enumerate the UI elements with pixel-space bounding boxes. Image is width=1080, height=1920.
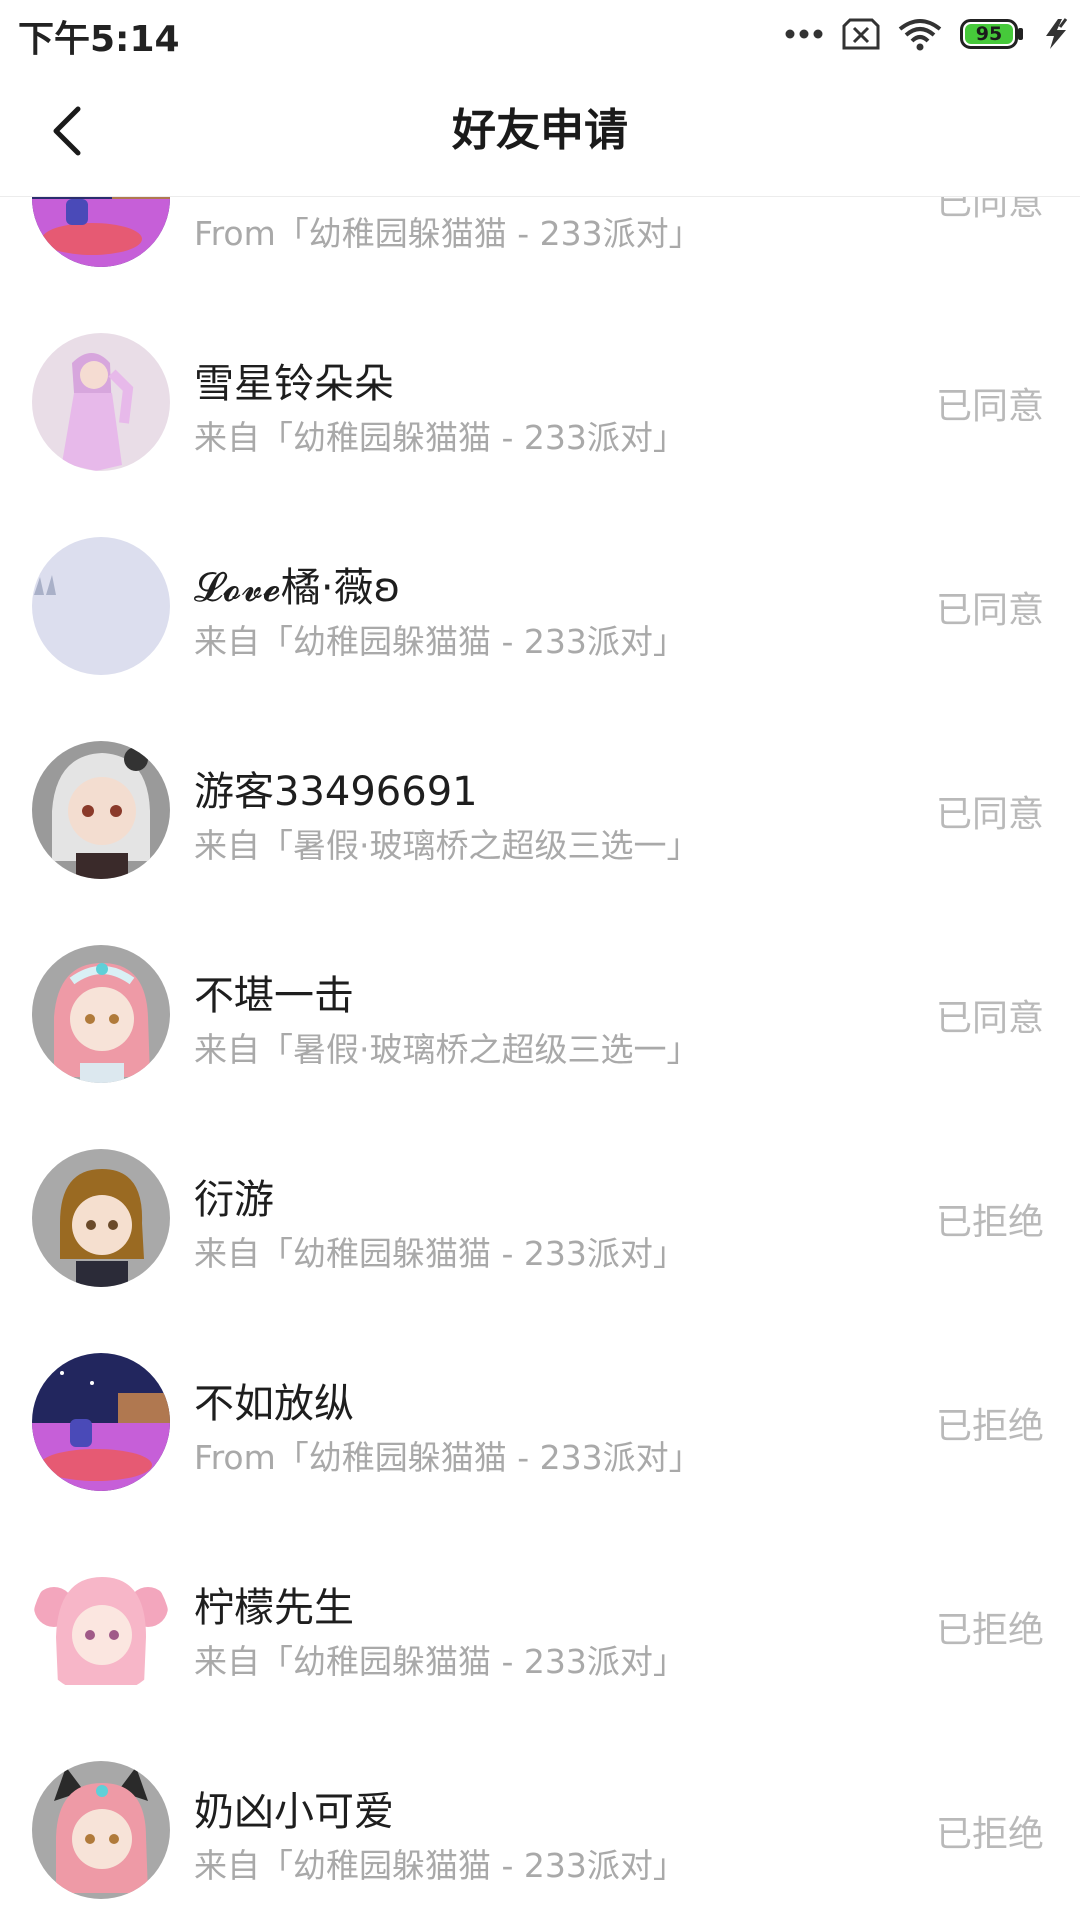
status-badge: 已同意 [935,590,1044,631]
request-source: 来自「幼稚园躲猫猫 - 233派对」 [194,1234,686,1273]
avatar[interactable] [32,1761,170,1899]
request-source: 来自「幼稚园躲猫猫 - 233派对」 [194,1846,686,1885]
status-badge: 已同意 [935,386,1044,427]
more-dots-icon [784,28,824,40]
request-source: 来自「暑假·玻璃桥之超级三选一」 [194,1030,700,1069]
status-badge: 已拒绝 [935,1406,1044,1447]
requester-name: 衍游 [194,1177,274,1223]
request-source: 来自「幼稚园躲猫猫 - 233派对」 [194,622,686,661]
battery-level: 95 [975,23,1003,45]
back-button[interactable] [34,96,98,166]
status-badge: 已拒绝 [935,1610,1044,1651]
list-item[interactable]: From「幼稚园躲猫猫 - 233派对」 已同意 [0,197,1080,299]
list-item[interactable]: 𝓛𝓸𝓿𝓮橘·薇ʚ 来自「幼稚园躲猫猫 - 233派对」 已同意 [0,503,1080,707]
list-item[interactable]: 不如放纵 From「幼稚园躲猫猫 - 233派对」 已拒绝 [0,1319,1080,1523]
request-source: 来自「幼稚园躲猫猫 - 233派对」 [194,1642,686,1681]
header: 好友申请 [0,66,1080,197]
avatar[interactable] [32,1149,170,1287]
requester-name: 不堪一击 [194,973,354,1019]
list-item[interactable]: 柠檬先生 来自「幼稚园躲猫猫 - 233派对」 已拒绝 [0,1523,1080,1727]
avatar[interactable] [32,741,170,879]
request-source: From「幼稚园躲猫猫 - 233派对」 [194,1438,702,1477]
status-bar: 下午5:14 95 [0,0,1080,66]
avatar[interactable] [32,333,170,471]
chevron-left-icon [53,106,81,156]
list-item[interactable]: 雪星铃朵朵 来自「幼稚园躲猫猫 - 233派对」 已同意 [0,299,1080,503]
requester-name: 奶凶小可爱 [194,1789,394,1835]
requester-name: 柠檬先生 [194,1585,354,1631]
sim-disabled-icon [842,18,880,50]
requester-name: 𝓛𝓸𝓿𝓮橘·薇ʚ [194,565,401,611]
status-badge: 已同意 [935,197,1044,223]
avatar[interactable] [32,197,170,267]
battery-icon: 95 [960,19,1024,49]
requester-name: 不如放纵 [194,1381,354,1427]
avatar[interactable] [32,537,170,675]
list-item[interactable]: 不堪一击 来自「暑假·玻璃桥之超级三选一」 已同意 [0,911,1080,1115]
avatar[interactable] [32,1557,170,1695]
friend-request-list[interactable]: From「幼稚园躲猫猫 - 233派对」 已同意 雪星铃朵朵 来自「幼稚园躲猫猫… [0,197,1080,1920]
status-icons: 95 [784,14,1070,54]
status-time: 下午5:14 [18,19,180,60]
status-badge: 已拒绝 [935,1202,1044,1243]
request-source: 来自「暑假·玻璃桥之超级三选一」 [194,826,700,865]
charging-icon [1042,18,1070,50]
list-item[interactable]: 游客33496691 来自「暑假·玻璃桥之超级三选一」 已同意 [0,707,1080,911]
status-badge: 已同意 [935,794,1044,835]
page-title: 好友申请 [452,105,628,156]
list-item[interactable]: 奶凶小可爱 来自「幼稚园躲猫猫 - 233派对」 已拒绝 [0,1727,1080,1920]
request-source: 来自「幼稚园躲猫猫 - 233派对」 [194,418,686,457]
wifi-icon [898,17,942,51]
avatar[interactable] [32,1353,170,1491]
requester-name: 雪星铃朵朵 [194,361,394,407]
avatar[interactable] [32,945,170,1083]
list-item[interactable]: 衍游 来自「幼稚园躲猫猫 - 233派对」 已拒绝 [0,1115,1080,1319]
requester-name: 游客33496691 [194,769,478,815]
status-badge: 已拒绝 [935,1814,1044,1855]
status-badge: 已同意 [935,998,1044,1039]
request-source: From「幼稚园躲猫猫 - 233派对」 [194,214,702,253]
